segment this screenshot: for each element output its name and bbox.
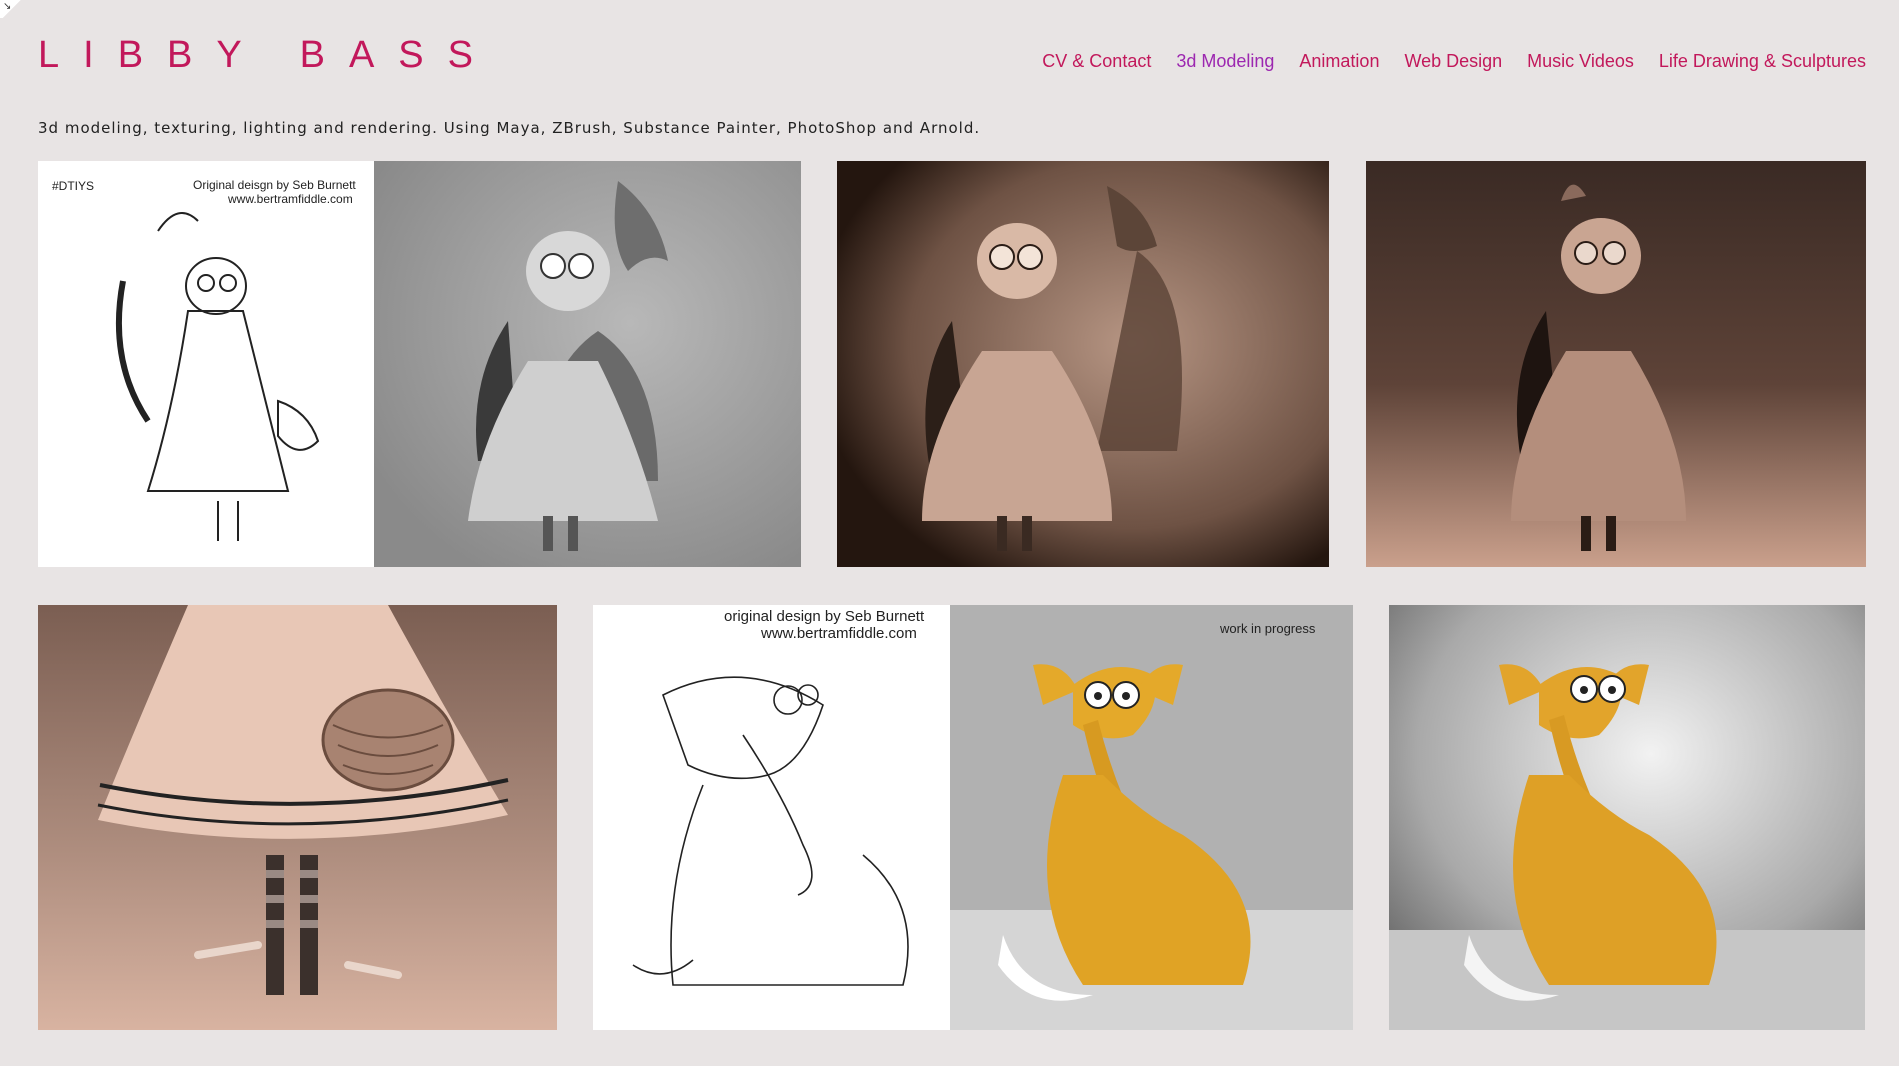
fox-render-image bbox=[1389, 605, 1865, 1030]
fox-sketch-image bbox=[593, 605, 1353, 1030]
alice-dark-image bbox=[1366, 161, 1866, 567]
nav-web-design[interactable]: Web Design bbox=[1404, 51, 1502, 72]
site-title[interactable]: LIBBY BASS bbox=[38, 34, 497, 77]
nav-animation[interactable]: Animation bbox=[1299, 51, 1379, 72]
fox-original-design-credit: original design by Seb Burnett bbox=[724, 608, 925, 625]
gallery-tile-alice-dark[interactable] bbox=[1366, 161, 1866, 567]
gallery-tile-alice-basket[interactable] bbox=[38, 605, 557, 1030]
page-description: 3d modeling, texturing, lighting and ren… bbox=[38, 119, 981, 137]
nav-cv-contact[interactable]: CV & Contact bbox=[1042, 51, 1151, 72]
gallery-tile-fox-sketch[interactable]: original design by Seb Burnett www.bertr… bbox=[593, 605, 1353, 1030]
alice-sepia-image bbox=[837, 161, 1329, 567]
nav-3d-modeling[interactable]: 3d Modeling bbox=[1176, 51, 1274, 72]
nav-music-videos[interactable]: Music Videos bbox=[1527, 51, 1634, 72]
original-design-credit: Original deisgn by Seb Burnett bbox=[193, 178, 356, 192]
alice-basket-image bbox=[38, 605, 557, 1030]
fox-bertramfiddle-url: www.bertramfiddle.com bbox=[761, 625, 917, 642]
gallery-tile-alice-sketch[interactable]: #DTIYS Original deisgn by Seb Burnett ww… bbox=[38, 161, 801, 567]
gallery-tile-fox-render[interactable] bbox=[1389, 605, 1865, 1030]
main-nav: CV & Contact 3d Modeling Animation Web D… bbox=[1042, 51, 1866, 72]
gallery-tile-alice-sepia[interactable] bbox=[837, 161, 1329, 567]
dtiys-tag: #DTIYS bbox=[52, 179, 95, 193]
work-in-progress-label: work in progress bbox=[1220, 621, 1316, 636]
bertramfiddle-url: www.bertramfiddle.com bbox=[228, 192, 353, 206]
nav-life-drawing-sculptures[interactable]: Life Drawing & Sculptures bbox=[1659, 51, 1866, 72]
resize-arrow-icon[interactable]: ↘ bbox=[0, 0, 24, 18]
alice-sketch-image bbox=[38, 161, 801, 567]
